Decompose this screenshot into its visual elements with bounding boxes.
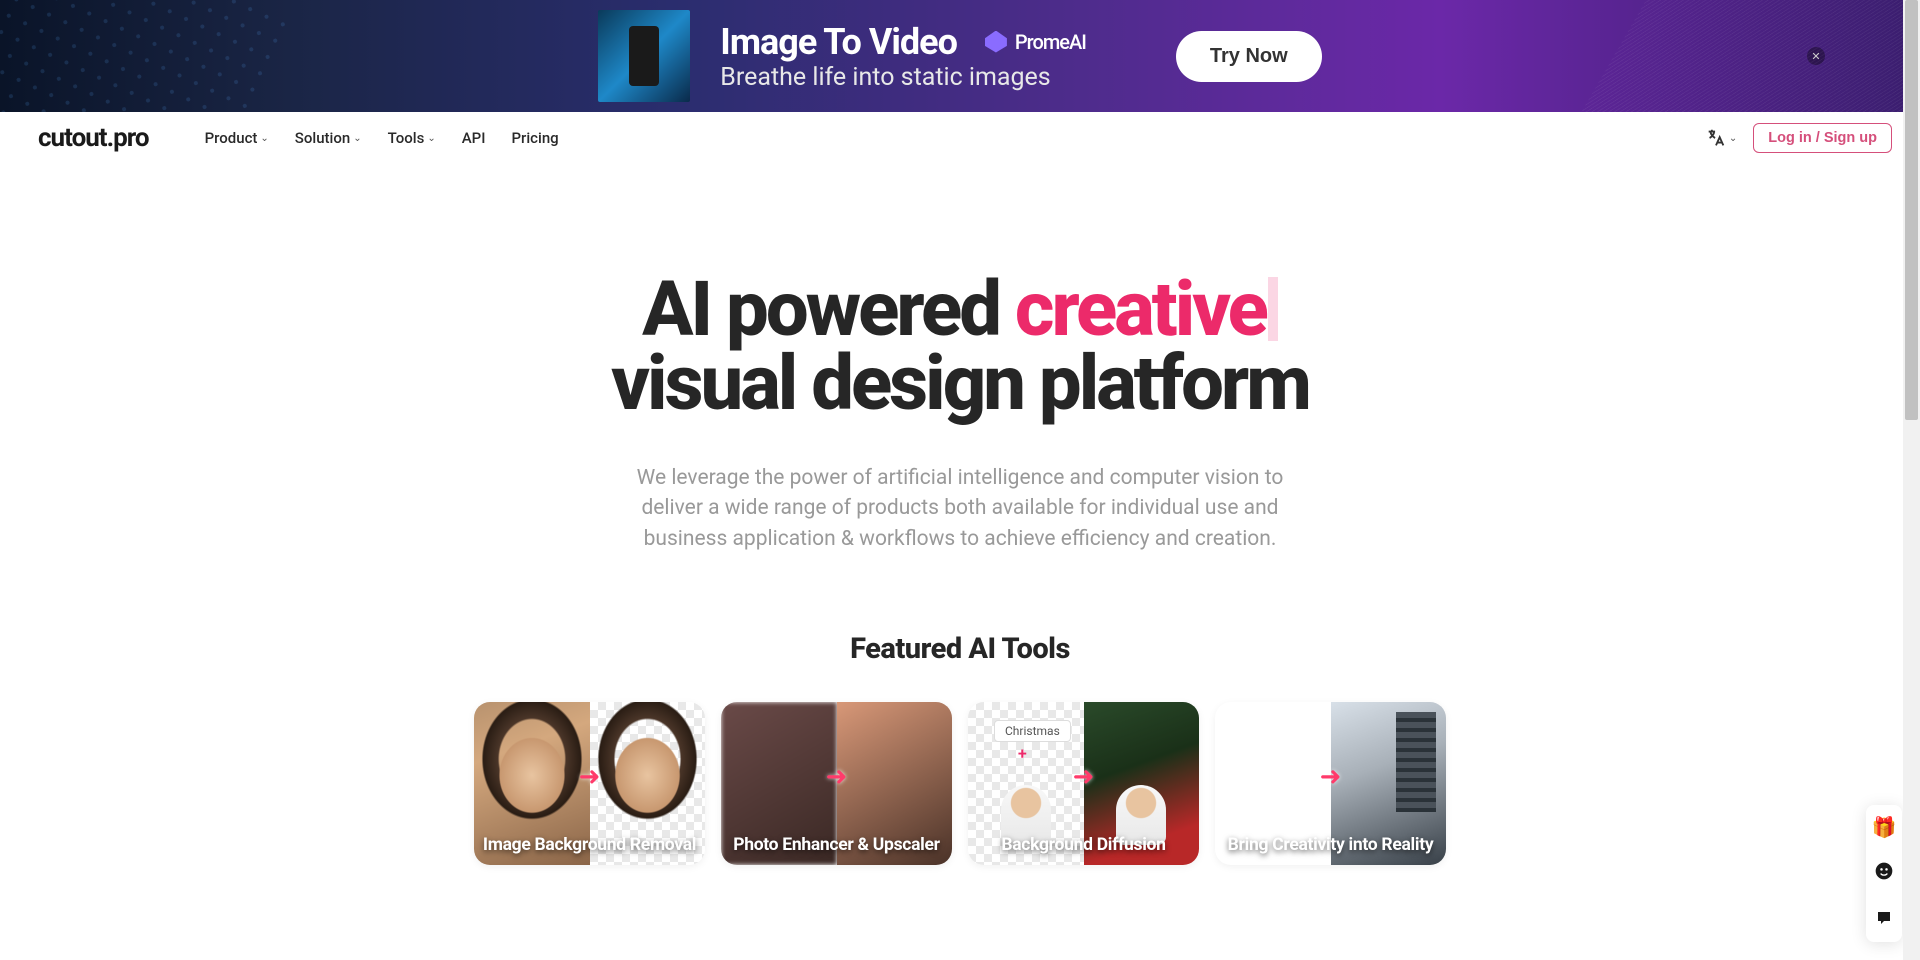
hero-heading: AI powered creative visual design platfo… — [40, 272, 1880, 421]
nav-links: Product⌄ Solution⌄ Tools⌄ API Pricing — [205, 129, 559, 147]
scrollbar[interactable] — [1903, 0, 1920, 960]
nav-pricing[interactable]: Pricing — [511, 129, 558, 147]
card-creativity[interactable]: ➜ Bring Creativity into Reality — [1215, 702, 1446, 865]
featured-cards: ➜ Image Background Removal ➜ Photo Enhan… — [0, 702, 1920, 865]
chevron-down-icon: ⌄ — [353, 133, 361, 144]
arrow-icon: ➜ — [826, 762, 848, 792]
typing-cursor — [1268, 277, 1278, 341]
arrow-icon: ➜ — [579, 762, 601, 792]
card-diffusion[interactable]: Christmas + ➜ Background Diffusion — [968, 702, 1199, 865]
banner-subtitle: Breathe life into static images — [720, 63, 1086, 92]
plus-icon: + — [1018, 744, 1027, 763]
arrow-icon: ➜ — [1073, 762, 1095, 792]
nav-api[interactable]: API — [462, 129, 486, 147]
nav-label: Solution — [295, 129, 350, 147]
card-label: Background Diffusion — [968, 835, 1199, 855]
banner-brand-label: PromeAI — [1015, 30, 1086, 54]
site-logo[interactable]: cutout.pro — [38, 123, 149, 153]
card-label: Image Background Removal — [474, 835, 705, 855]
scroll-thumb[interactable] — [1905, 0, 1918, 420]
translate-icon — [1705, 127, 1727, 149]
banner-brand: PromeAI — [985, 30, 1086, 54]
banner-text: Image To Video PromeAI Breathe life into… — [720, 21, 1086, 92]
support-icon[interactable] — [1874, 861, 1894, 886]
promeai-logo-icon — [985, 31, 1007, 53]
nav-label: Tools — [388, 129, 425, 147]
card-label: Photo Enhancer & Upscaler — [721, 835, 952, 855]
chevron-down-icon: ⌄ — [1729, 133, 1737, 144]
nav-label: Product — [205, 129, 258, 147]
nav-product[interactable]: Product⌄ — [205, 129, 269, 147]
hero-section: AI powered creative visual design platfo… — [0, 272, 1920, 554]
nav-right: ⌄ Log in / Sign up — [1705, 123, 1892, 153]
card-enhancer[interactable]: ➜ Photo Enhancer & Upscaler — [721, 702, 952, 865]
card-label: Bring Creativity into Reality — [1215, 835, 1446, 855]
banner-image — [598, 10, 690, 102]
nav-label: API — [462, 129, 486, 147]
card-bg-removal[interactable]: ➜ Image Background Removal — [474, 702, 705, 865]
login-signup-button[interactable]: Log in / Sign up — [1753, 123, 1892, 153]
tag-input: Christmas — [994, 720, 1071, 742]
promo-banner: Image To Video PromeAI Breathe life into… — [0, 0, 1920, 112]
top-nav: cutout.pro Product⌄ Solution⌄ Tools⌄ API… — [0, 112, 1920, 164]
hero-subtitle: We leverage the power of artificial inte… — [610, 463, 1310, 554]
side-widget-stack: 🎁 — [1866, 805, 1902, 942]
gift-icon[interactable]: 🎁 — [1872, 815, 1897, 839]
try-now-button[interactable]: Try Now — [1176, 31, 1322, 82]
chevron-down-icon: ⌄ — [260, 133, 268, 144]
hero-line2: visual design platform — [611, 338, 1309, 428]
feedback-icon[interactable] — [1875, 908, 1893, 932]
featured-section: Featured AI Tools ➜ Image Background Rem… — [0, 632, 1920, 865]
language-selector[interactable]: ⌄ — [1705, 127, 1737, 149]
nav-solution[interactable]: Solution⌄ — [295, 129, 362, 147]
banner-title: Image To Video — [720, 21, 957, 63]
chevron-down-icon: ⌄ — [427, 133, 435, 144]
nav-label: Pricing — [511, 129, 558, 147]
nav-tools[interactable]: Tools⌄ — [388, 129, 436, 147]
featured-title: Featured AI Tools — [0, 632, 1920, 666]
close-icon[interactable]: ✕ — [1807, 47, 1825, 65]
arrow-icon: ➜ — [1320, 762, 1342, 792]
